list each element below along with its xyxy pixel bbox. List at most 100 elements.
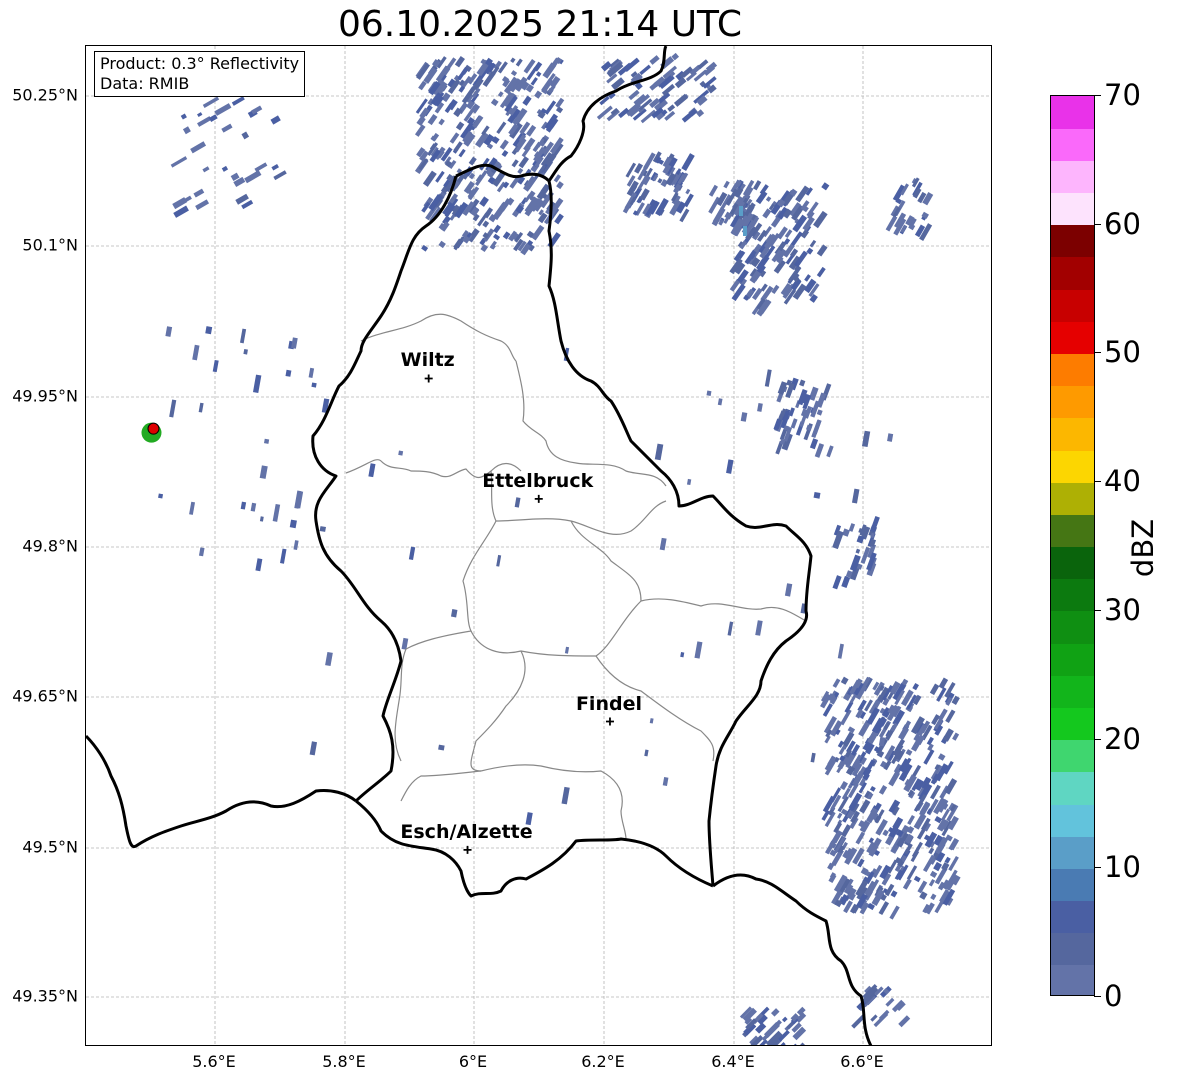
echo-pixel — [907, 815, 915, 826]
echo-pixel — [706, 390, 712, 396]
echo-pixel — [625, 162, 637, 178]
echo-pixel — [905, 749, 913, 756]
product-info-box: Product: 0.3° Reflectivity Data: RMIB — [94, 51, 306, 97]
echo-pixel — [438, 118, 445, 126]
echo-pixel — [889, 905, 900, 920]
echo-pixel — [841, 575, 851, 588]
colorbar-segment — [1051, 964, 1094, 995]
echo-pixel — [816, 409, 823, 416]
echo-pixel — [189, 501, 196, 515]
echo-pixel — [554, 213, 564, 225]
echo-pixel — [530, 77, 538, 86]
map-panel[interactable] — [85, 45, 992, 1046]
echo-pixel — [454, 56, 465, 68]
colorbar-tick — [1094, 95, 1101, 96]
echo-pixel — [649, 718, 654, 724]
colorbar-tick-label: 60 — [1104, 206, 1141, 241]
echo-pixel — [319, 526, 326, 532]
echo-pixel — [192, 344, 200, 361]
echo-pixel — [804, 274, 811, 282]
echo-pixel — [438, 744, 445, 751]
colorbar-segment — [1051, 256, 1094, 290]
colorbar-segment — [1051, 449, 1094, 483]
echo-pixel — [623, 57, 640, 73]
echo-pixel — [289, 519, 297, 529]
echo-pixel — [408, 546, 416, 560]
echo-pixel — [762, 208, 772, 219]
echo-pixel — [741, 1045, 754, 1046]
colorbar-segment — [1051, 96, 1094, 129]
echo-pixel — [727, 621, 734, 636]
echo-pixel — [197, 112, 203, 118]
echo-pixel — [241, 131, 250, 140]
echo-pixel — [449, 132, 460, 144]
city-label: Ettelbruck — [482, 469, 594, 492]
echo-pixel — [680, 652, 685, 658]
colorbar-segment — [1051, 289, 1094, 322]
echo-pixel — [221, 123, 233, 133]
echo-pixel — [659, 537, 667, 551]
echo-pixel — [501, 149, 509, 158]
echo-pixel — [810, 752, 816, 763]
colorbar-segment — [1051, 836, 1094, 869]
echo-pixel — [480, 244, 489, 253]
echo-pixel — [757, 403, 763, 412]
echo-pixel — [813, 491, 821, 499]
echo-pixel — [855, 831, 866, 845]
map-canvas[interactable] — [86, 46, 992, 1046]
echo-pixel — [212, 359, 219, 373]
echo-pixel — [840, 676, 849, 685]
echo-pixel — [510, 57, 516, 63]
echo-pixel — [499, 139, 509, 150]
canton-boundaries — [345, 313, 807, 840]
echo-pixel — [764, 369, 772, 387]
echo-pixel — [755, 1022, 767, 1034]
echo-pixel — [832, 530, 844, 550]
colorbar-segment — [1051, 739, 1094, 773]
colorbar-segment — [1051, 514, 1094, 548]
colorbar-segment — [1051, 803, 1094, 837]
colorbar-segment — [1051, 675, 1094, 708]
colorbar-segment — [1051, 643, 1094, 676]
colorbar-tick-label: 50 — [1104, 335, 1141, 370]
echo-pixel — [816, 266, 826, 278]
colorbar-tick-label: 70 — [1104, 78, 1141, 112]
echo-pixel — [190, 141, 207, 154]
echo-pixel — [165, 326, 173, 337]
echo-pixel — [544, 100, 557, 115]
echo-pixel — [325, 651, 333, 667]
colorbar-segment — [1051, 482, 1094, 515]
echo-pixel — [221, 165, 229, 172]
echo-pixel — [511, 159, 519, 168]
echo-pixel — [308, 367, 315, 378]
echo-pixel — [169, 399, 177, 418]
echo-pixel — [878, 901, 890, 916]
echo-pixel — [832, 678, 841, 688]
echo-pixel — [685, 188, 691, 195]
radar-site-marker[interactable] — [141, 422, 162, 443]
city-marker — [534, 494, 543, 503]
echo-pixel — [839, 781, 848, 791]
echo-pixel — [927, 743, 934, 752]
echo-pixel — [928, 878, 936, 887]
echo-pixel — [882, 829, 889, 837]
echo-pixel — [198, 402, 204, 413]
echo-pixel — [898, 1015, 911, 1028]
colorbar-segment — [1051, 128, 1094, 161]
echo-pixel — [534, 90, 543, 99]
city-label: Wiltz — [400, 349, 455, 372]
echo-pixel — [929, 870, 938, 878]
echo-pixel — [765, 196, 772, 202]
echo-pixel — [270, 115, 281, 125]
echo-pixel — [781, 1016, 788, 1023]
echo-pixel — [644, 749, 649, 757]
echo-pixel — [493, 224, 501, 234]
echo-pixel — [273, 170, 287, 181]
echo-pixel — [496, 121, 507, 134]
echo-pixel — [942, 728, 954, 742]
echo-pixel — [859, 799, 871, 814]
echo-pixel — [517, 167, 524, 175]
echo-pixel — [535, 71, 542, 77]
city-label: Esch/Alzette — [400, 820, 533, 843]
echo-pixel — [799, 379, 806, 387]
